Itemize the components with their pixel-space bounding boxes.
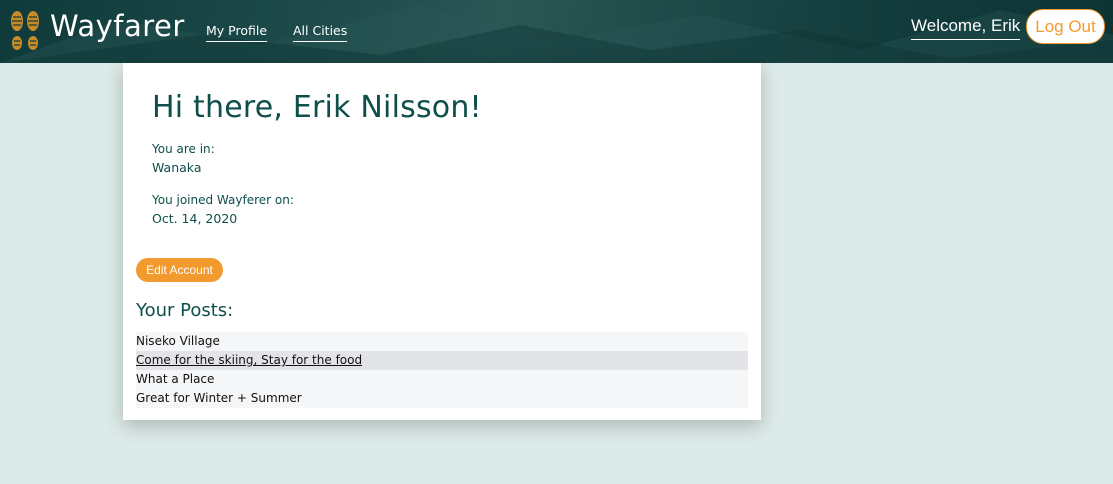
location-value: Wanaka xyxy=(152,160,202,175)
profile-card: Hi there, Erik Nilsson! You are in: Wana… xyxy=(123,63,761,420)
posts-list: Niseko Village Come for the skiing, Stay… xyxy=(136,332,748,408)
post-item[interactable]: What a Place xyxy=(136,370,748,389)
profile-greeting: Hi there, Erik Nilsson! xyxy=(152,90,482,125)
location-label: You are in: xyxy=(152,142,215,156)
logout-button[interactable]: Log Out xyxy=(1026,9,1105,44)
nav-all-cities[interactable]: All Cities xyxy=(293,23,348,42)
boot-prints-icon xyxy=(11,11,39,50)
brand-title[interactable]: Wayfarer xyxy=(50,9,185,43)
nav-my-profile[interactable]: My Profile xyxy=(206,23,268,42)
post-item[interactable]: Niseko Village xyxy=(136,332,748,351)
post-item[interactable]: Great for Winter + Summer xyxy=(136,389,748,408)
posts-heading: Your Posts: xyxy=(136,300,234,321)
edit-account-button[interactable]: Edit Account xyxy=(136,258,223,282)
post-item[interactable]: Come for the skiing, Stay for the food xyxy=(136,351,748,370)
joined-label: You joined Wayferer on: xyxy=(152,193,294,207)
top-navbar: Wayfarer My Profile All Cities Welcome, … xyxy=(0,0,1113,63)
welcome-text[interactable]: Welcome, Erik xyxy=(911,16,1021,40)
joined-value: Oct. 14, 2020 xyxy=(152,211,238,226)
